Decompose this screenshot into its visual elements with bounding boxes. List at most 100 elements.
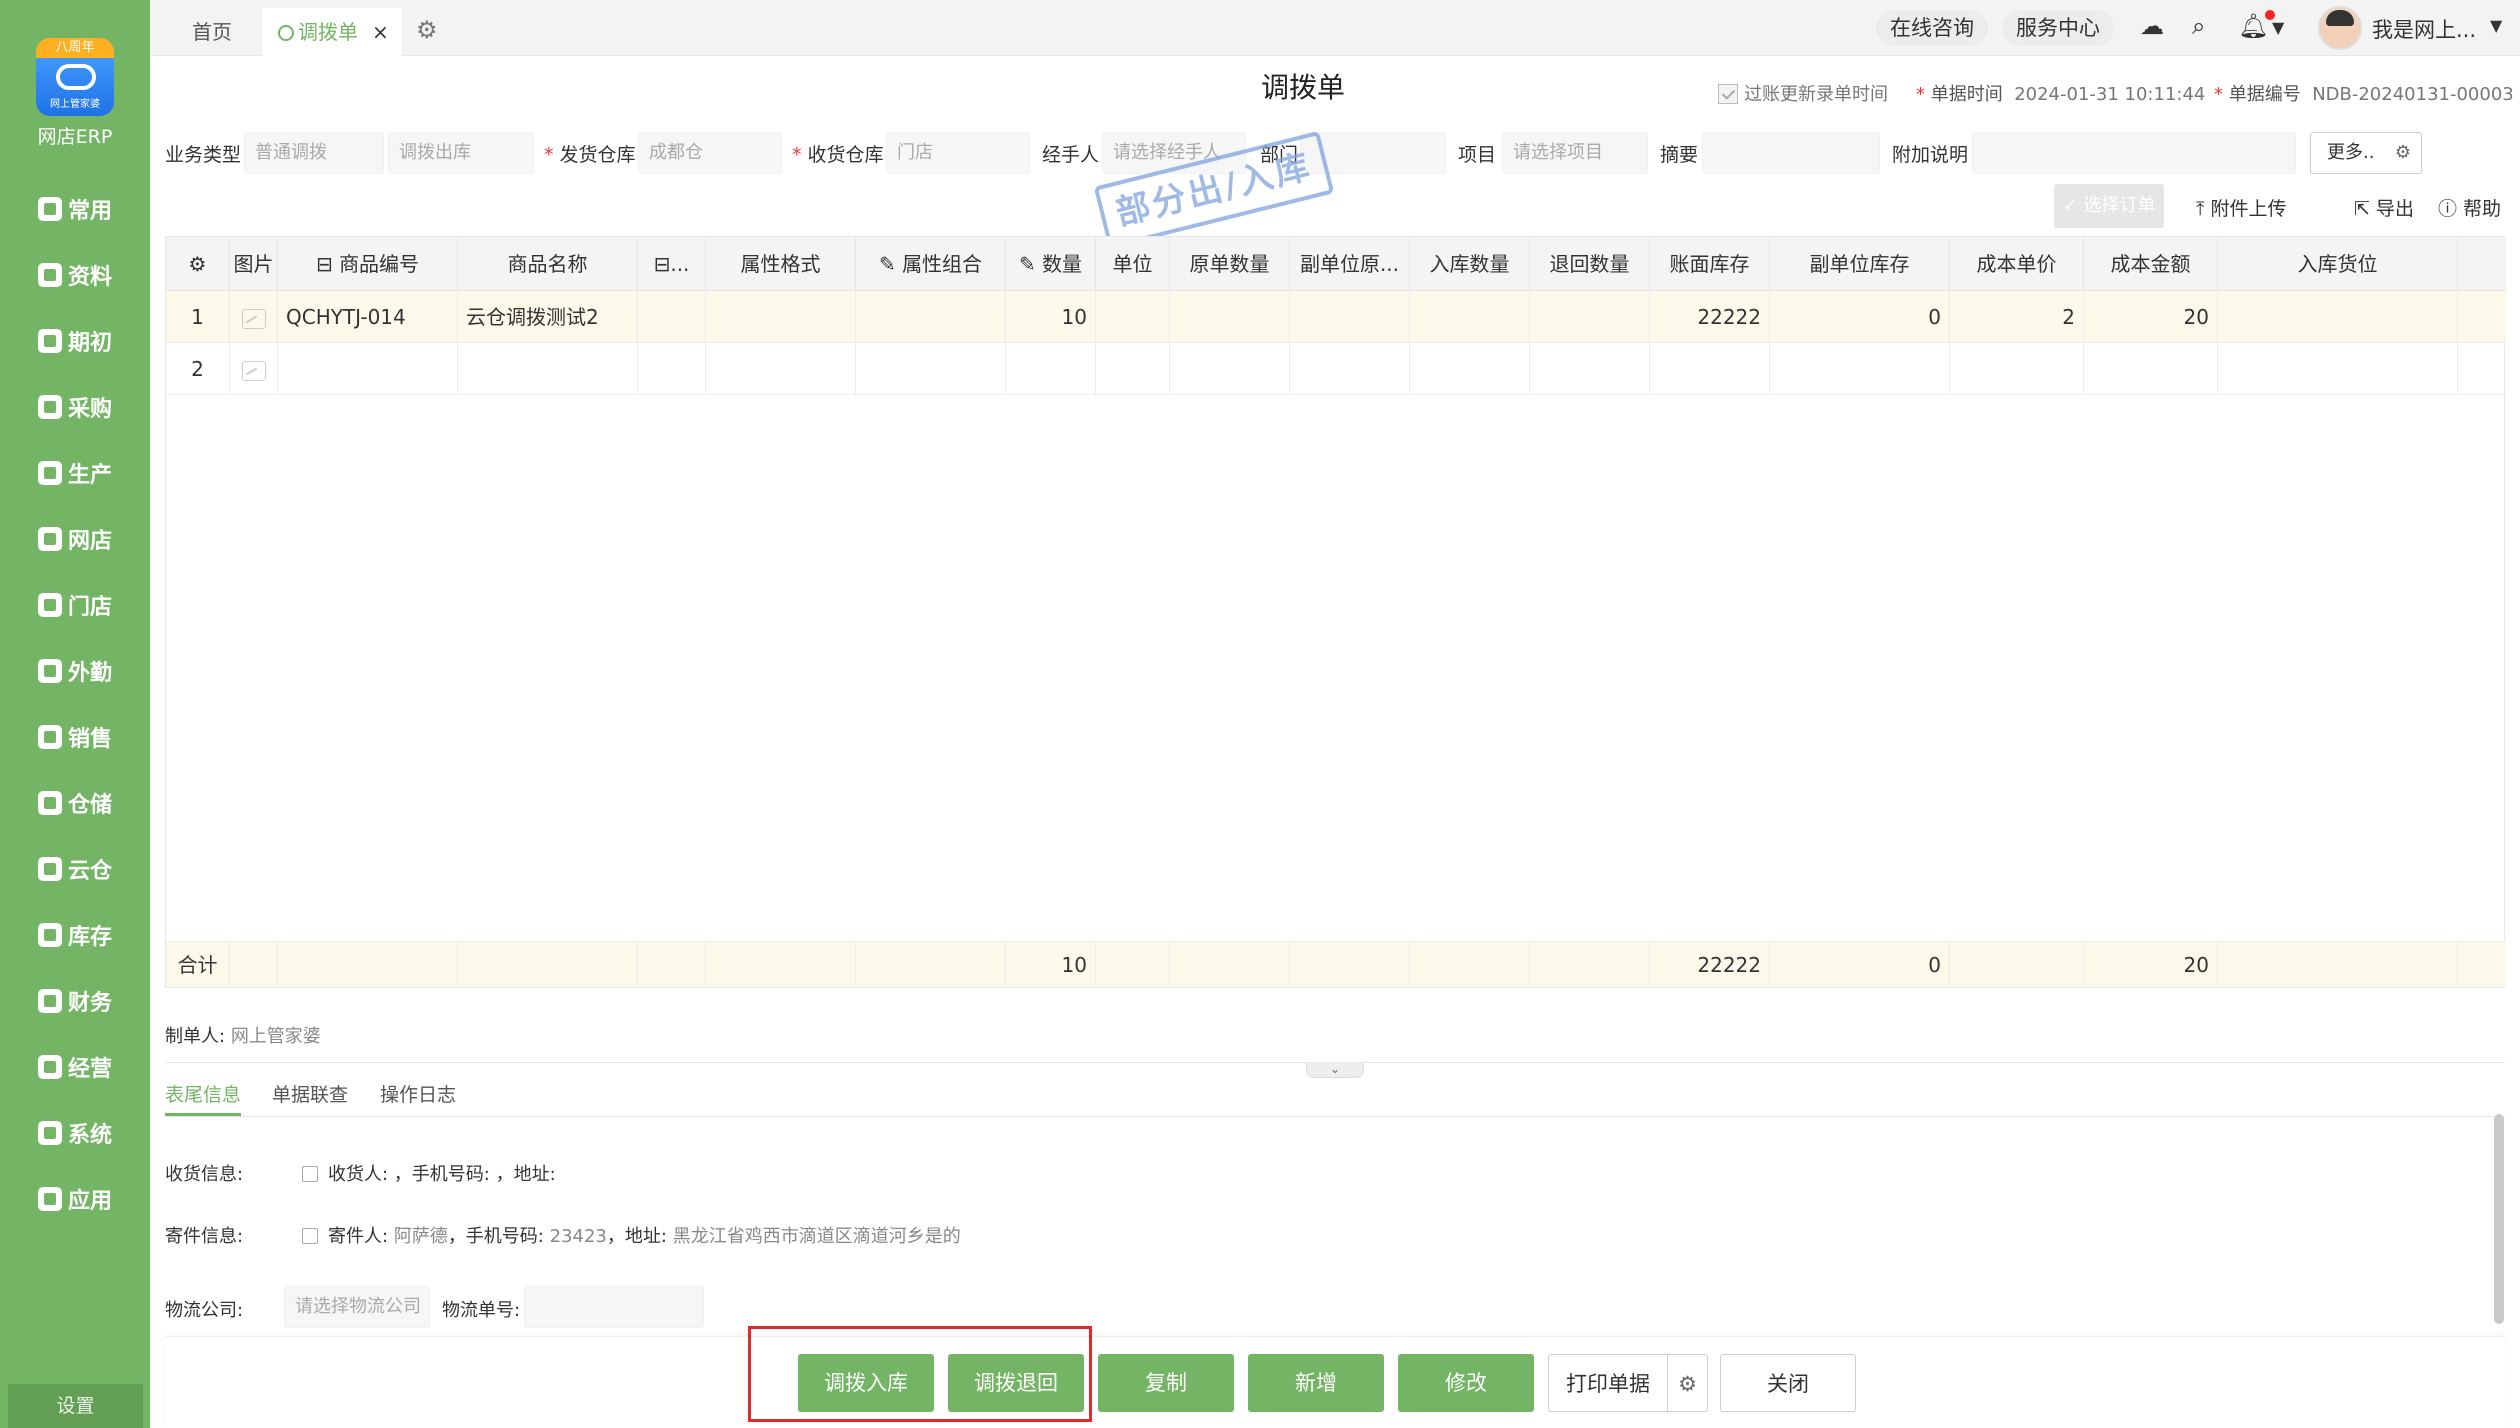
tracking-number-input[interactable] bbox=[524, 1286, 704, 1328]
cell-attr-format[interactable] bbox=[706, 291, 856, 343]
sidebar-item-store[interactable]: 门店 bbox=[0, 572, 150, 638]
image-placeholder-icon[interactable] bbox=[230, 343, 278, 395]
sidebar-item-apps[interactable]: 应用 bbox=[0, 1166, 150, 1232]
inventory-icon bbox=[38, 923, 62, 947]
sidebar-item-system[interactable]: 系统 bbox=[0, 1100, 150, 1166]
tab-home[interactable]: 首页 bbox=[192, 8, 232, 56]
cell-unit-cost[interactable] bbox=[1950, 343, 2084, 395]
username[interactable]: 我是网上... bbox=[2372, 14, 2476, 44]
add-button[interactable]: 新增 bbox=[1248, 1354, 1384, 1412]
edit-icon[interactable] bbox=[302, 1166, 318, 1182]
online-consult-button[interactable]: 在线咨询 bbox=[1876, 10, 1988, 46]
gear-icon[interactable]: ⚙ bbox=[416, 16, 438, 44]
cell-collapsed[interactable] bbox=[638, 343, 706, 395]
sidebar-item-label: 应用 bbox=[68, 1189, 113, 1214]
table-row[interactable]: 1 QCHYTJ-014 云仓调拨测试2 10 22222 0 2 20 bbox=[166, 291, 2506, 343]
tab-operation-log[interactable]: 操作日志 bbox=[380, 1080, 456, 1116]
cell-quantity[interactable] bbox=[1006, 343, 1096, 395]
more-button[interactable]: 更多.. ⚙ bbox=[2310, 132, 2422, 174]
sidebar-item-field[interactable]: 外勤 bbox=[0, 638, 150, 704]
sidebar-item-label: 网店 bbox=[68, 529, 113, 554]
cell-unit[interactable] bbox=[1096, 343, 1170, 395]
sidebar-item-production[interactable]: 生产 bbox=[0, 440, 150, 506]
logistics-company-select[interactable]: 请选择物流公司 bbox=[284, 1286, 430, 1328]
modify-button[interactable]: 修改 bbox=[1398, 1354, 1534, 1412]
help-button[interactable]: ⓘ 帮助 bbox=[2438, 194, 2501, 221]
vertical-scrollbar[interactable] bbox=[2494, 1114, 2504, 1324]
sidebar-item-cloud-warehouse[interactable]: 云仓 bbox=[0, 836, 150, 902]
sidebar-item-sales[interactable]: 销售 bbox=[0, 704, 150, 770]
cell-inbound-location[interactable] bbox=[2218, 343, 2458, 395]
cell-product-code[interactable]: QCHYTJ-014 bbox=[278, 291, 458, 343]
project-select[interactable]: 请选择项目 bbox=[1502, 132, 1648, 174]
edit-icon[interactable] bbox=[302, 1228, 318, 1244]
cell-attr-combo[interactable] bbox=[856, 291, 1006, 343]
handler-label: 经手人 bbox=[1042, 144, 1100, 166]
service-center-button[interactable]: 服务中心 bbox=[2002, 10, 2114, 46]
cell-unit-cost[interactable]: 2 bbox=[1950, 291, 2084, 343]
cell-quantity[interactable]: 10 bbox=[1006, 291, 1096, 343]
copy-button[interactable]: 复制 bbox=[1098, 1354, 1234, 1412]
remark-input[interactable] bbox=[1972, 132, 2296, 174]
cell-attr-combo[interactable] bbox=[856, 343, 1006, 395]
sidebar-item-opening[interactable]: 期初 bbox=[0, 308, 150, 374]
from-warehouse-label: * 发货仓库 bbox=[544, 144, 636, 166]
app-logo[interactable]: 八周年 网上管家婆 bbox=[36, 38, 114, 116]
summary-input[interactable] bbox=[1702, 132, 1880, 174]
to-warehouse-select[interactable]: 门店 bbox=[886, 132, 1030, 174]
bell-icon[interactable]: 🔔︎ bbox=[2238, 12, 2268, 40]
print-button[interactable]: 打印单据 ⚙ bbox=[1548, 1354, 1708, 1413]
chevron-down-icon[interactable]: ▼ bbox=[2272, 18, 2284, 37]
close-tab-icon[interactable]: × bbox=[372, 8, 389, 56]
close-button[interactable]: 关闭 bbox=[1720, 1354, 1856, 1412]
col-attr-combo[interactable]: ✎ 属性组合 bbox=[856, 237, 1006, 291]
total-cell bbox=[1950, 942, 2084, 988]
sidebar-item-online-shop[interactable]: 网店 bbox=[0, 506, 150, 572]
image-placeholder-icon[interactable] bbox=[230, 291, 278, 343]
search-icon[interactable]: ⌕ bbox=[2192, 12, 2205, 40]
biz-subtype-select[interactable]: 调拨出库 bbox=[388, 132, 534, 174]
sidebar-item-data[interactable]: 资料 bbox=[0, 242, 150, 308]
number-value[interactable]: NDB-20240131-00003 bbox=[2312, 84, 2514, 105]
date-value[interactable]: 2024-01-31 10:11:44 bbox=[2014, 84, 2205, 105]
from-warehouse-select[interactable]: 成都仓 bbox=[638, 132, 782, 174]
cell-product-code[interactable] bbox=[278, 343, 458, 395]
cell-sub-unit-original bbox=[1290, 291, 1410, 343]
update-time-checkbox[interactable]: 过账更新录单时间 bbox=[1718, 80, 1888, 106]
sidebar-item-finance[interactable]: 财务 bbox=[0, 968, 150, 1034]
tab-related-docs[interactable]: 单据联查 bbox=[272, 1080, 348, 1116]
col-product-code[interactable]: ⊟ 商品编号 bbox=[278, 237, 458, 291]
sender-info: 寄件人: 阿萨德，手机号码: 23423，地址: 黑龙江省鸡西市滴道区滴道河乡是… bbox=[302, 1222, 961, 1248]
cell-collapsed[interactable] bbox=[638, 291, 706, 343]
sidebar-item-common[interactable]: 常用 bbox=[0, 176, 150, 242]
cell-book-stock: 22222 bbox=[1650, 291, 1770, 343]
tab-footer-info[interactable]: 表尾信息 bbox=[165, 1080, 242, 1116]
cell-cost-amount[interactable]: 20 bbox=[2084, 291, 2218, 343]
cell-cost-amount[interactable] bbox=[2084, 343, 2218, 395]
help-icon: ⓘ bbox=[2438, 198, 2464, 220]
col-collapsed[interactable]: ⊟... bbox=[638, 237, 706, 291]
gear-icon[interactable]: ⚙ bbox=[1667, 1355, 1707, 1413]
sidebar-item-warehousing[interactable]: 仓储 bbox=[0, 770, 150, 836]
column-settings-gear-icon[interactable]: ⚙ bbox=[166, 237, 230, 291]
settings-button[interactable]: 设置 bbox=[8, 1384, 143, 1428]
col-quantity[interactable]: ✎ 数量 bbox=[1006, 237, 1096, 291]
cell-product-name[interactable]: 云仓调拨测试2 bbox=[458, 291, 638, 343]
total-cell bbox=[1170, 942, 1290, 988]
cell-unit[interactable] bbox=[1096, 291, 1170, 343]
sidebar-item-inventory[interactable]: 库存 bbox=[0, 902, 150, 968]
attachment-upload-button[interactable]: ⤒ 附件上传 bbox=[2196, 194, 2286, 221]
select-order-button[interactable]: ✓ 选择订单 bbox=[2054, 184, 2164, 228]
sidebar-item-purchase[interactable]: 采购 bbox=[0, 374, 150, 440]
cell-inbound-location[interactable] bbox=[2218, 291, 2458, 343]
avatar[interactable] bbox=[2318, 6, 2362, 50]
cell-product-name[interactable] bbox=[458, 343, 638, 395]
cloud-download-icon[interactable]: ☁ bbox=[2140, 12, 2164, 40]
cell-attr-format[interactable] bbox=[706, 343, 856, 395]
sidebar-item-business[interactable]: 经营 bbox=[0, 1034, 150, 1100]
user-menu-chevron-icon[interactable]: ▼ bbox=[2490, 16, 2502, 35]
collapse-chevron-icon[interactable]: ⌄ bbox=[1306, 1062, 1364, 1078]
export-button[interactable]: ⇱ 导出 bbox=[2354, 194, 2414, 221]
biz-type-select[interactable]: 普通调拨 bbox=[244, 132, 384, 174]
table-row[interactable]: 2 bbox=[166, 343, 2506, 395]
